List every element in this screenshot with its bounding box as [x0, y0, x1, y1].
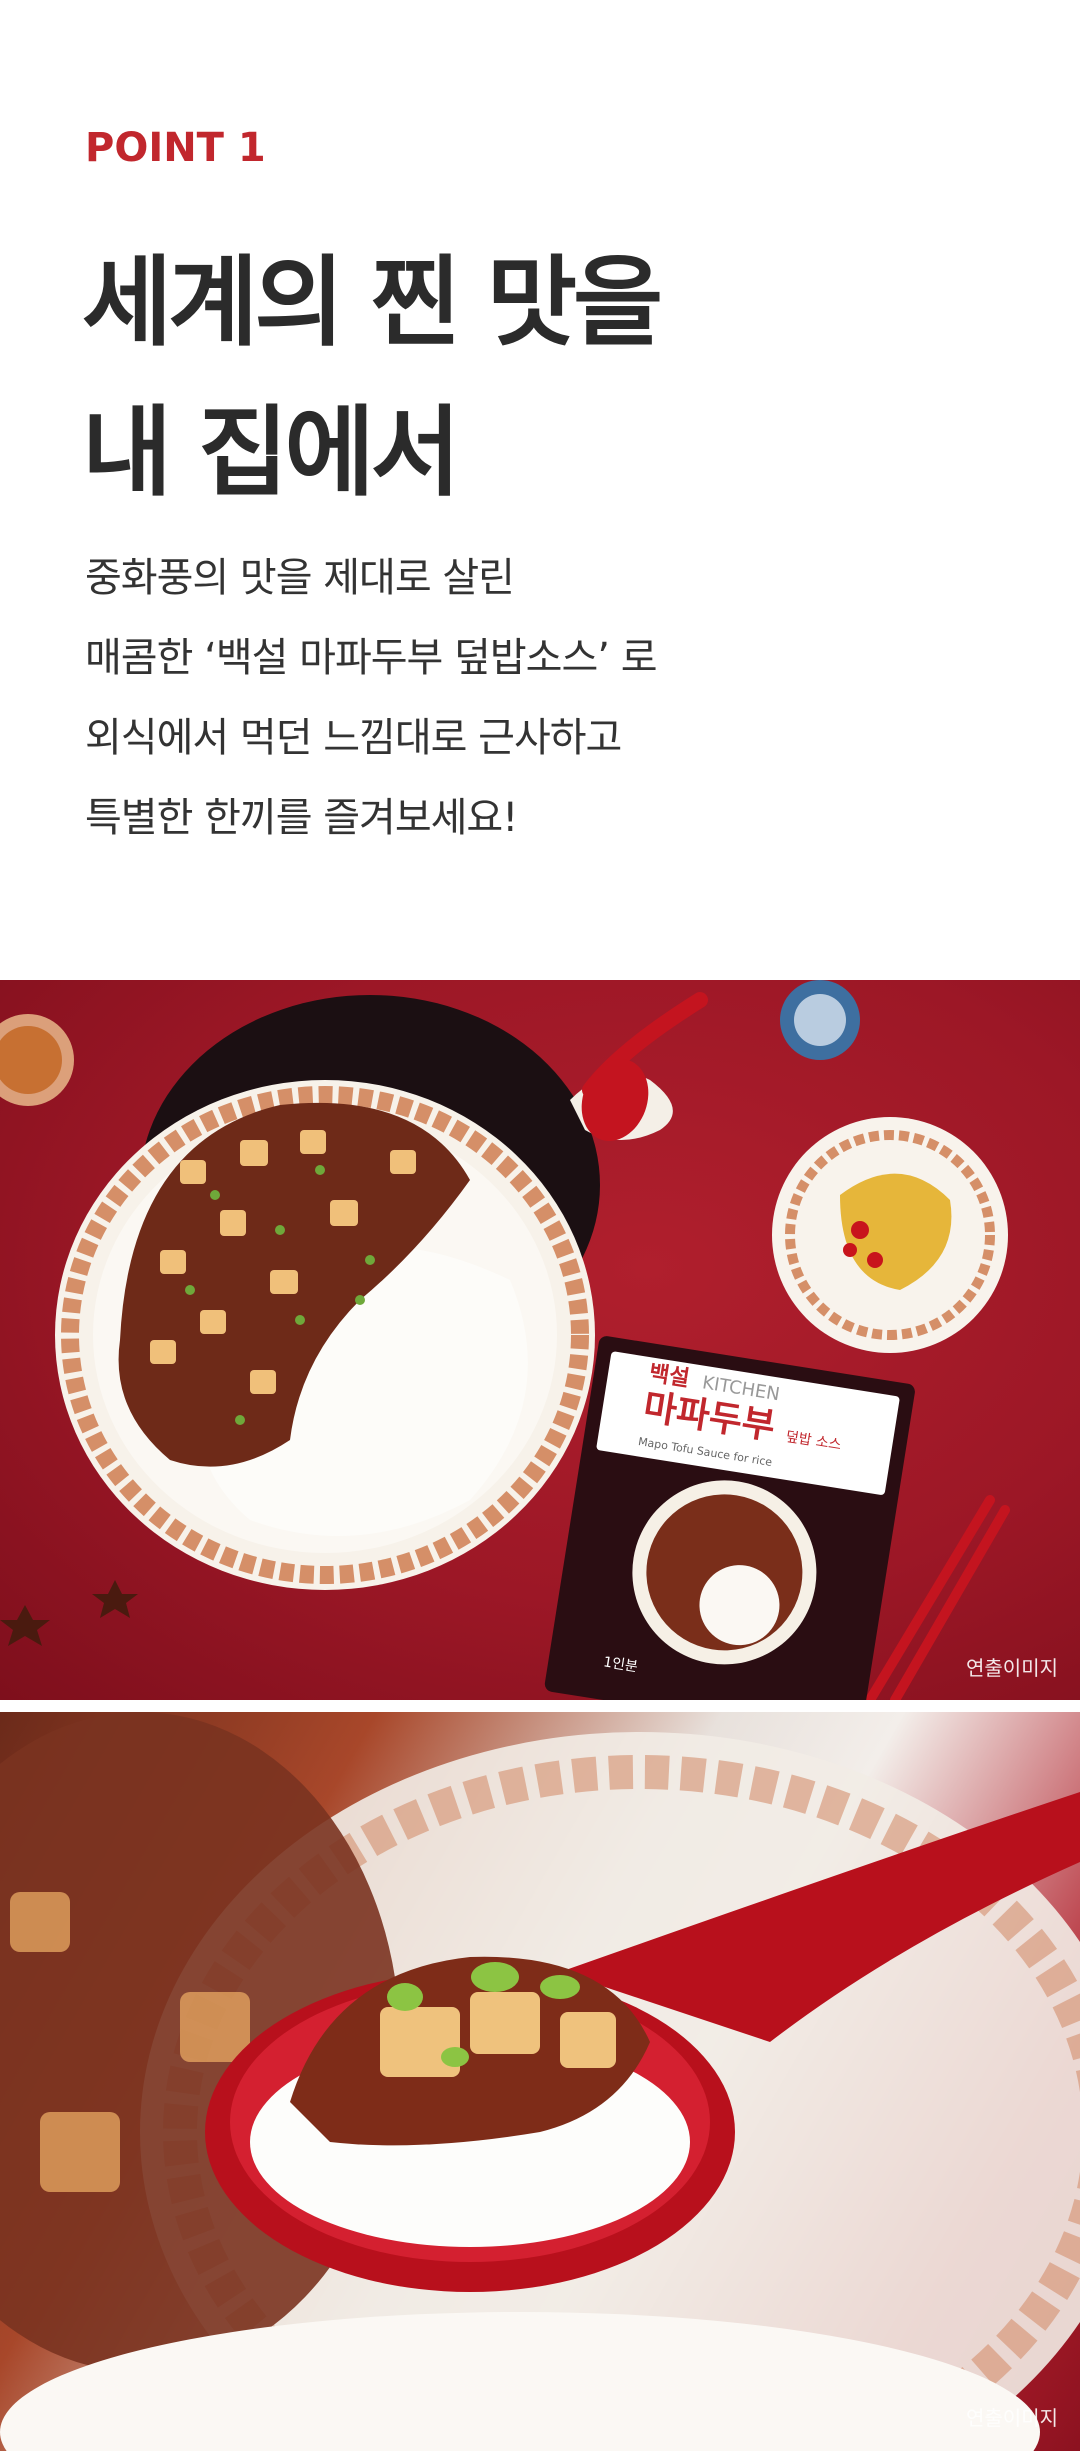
headline-line-2: 내 집에서: [82, 396, 461, 510]
closeup-illustration: [0, 1712, 1080, 2451]
headline-line-1: 세계의 찐 맛을: [82, 246, 663, 360]
intro-section: POINT 1 세계의 찐 맛을 내 집에서 중화풍의 맛을 제대로 살린 매콤…: [0, 0, 1080, 980]
body-line-2: 매콤한 ‘백설 마파두부 덮밥소스’ 로: [85, 635, 657, 681]
photo2-caption: 연출이미지: [966, 2406, 1058, 2430]
headline: 세계의 찐 맛을 내 집에서: [82, 228, 663, 528]
pouch-name-suffix: 덮밥 소스: [784, 1429, 843, 1454]
body-line-3: 외식에서 먹던 느낌대로 근사하고: [85, 715, 622, 761]
body-line-1: 중화풍의 맛을 제대로 살린: [85, 555, 515, 601]
product-photo-overhead: 백설 KITCHEN 마파두부 덮밥 소스 Mapo Tofu Sauce fo…: [0, 980, 1080, 1700]
point-label: POINT 1: [85, 125, 266, 171]
body-copy: 중화풍의 맛을 제대로 살린 매콤한 ‘백설 마파두부 덮밥소스’ 로 외식에서…: [85, 538, 657, 858]
star-anise: [0, 1580, 138, 1646]
photo1-caption: 연출이미지: [966, 1656, 1058, 1680]
product-photo-closeup: 연출이미지: [0, 1712, 1080, 2451]
overhead-illustration: [0, 980, 1010, 1700]
body-line-4: 특별한 한끼를 즐겨보세요!: [85, 795, 518, 841]
